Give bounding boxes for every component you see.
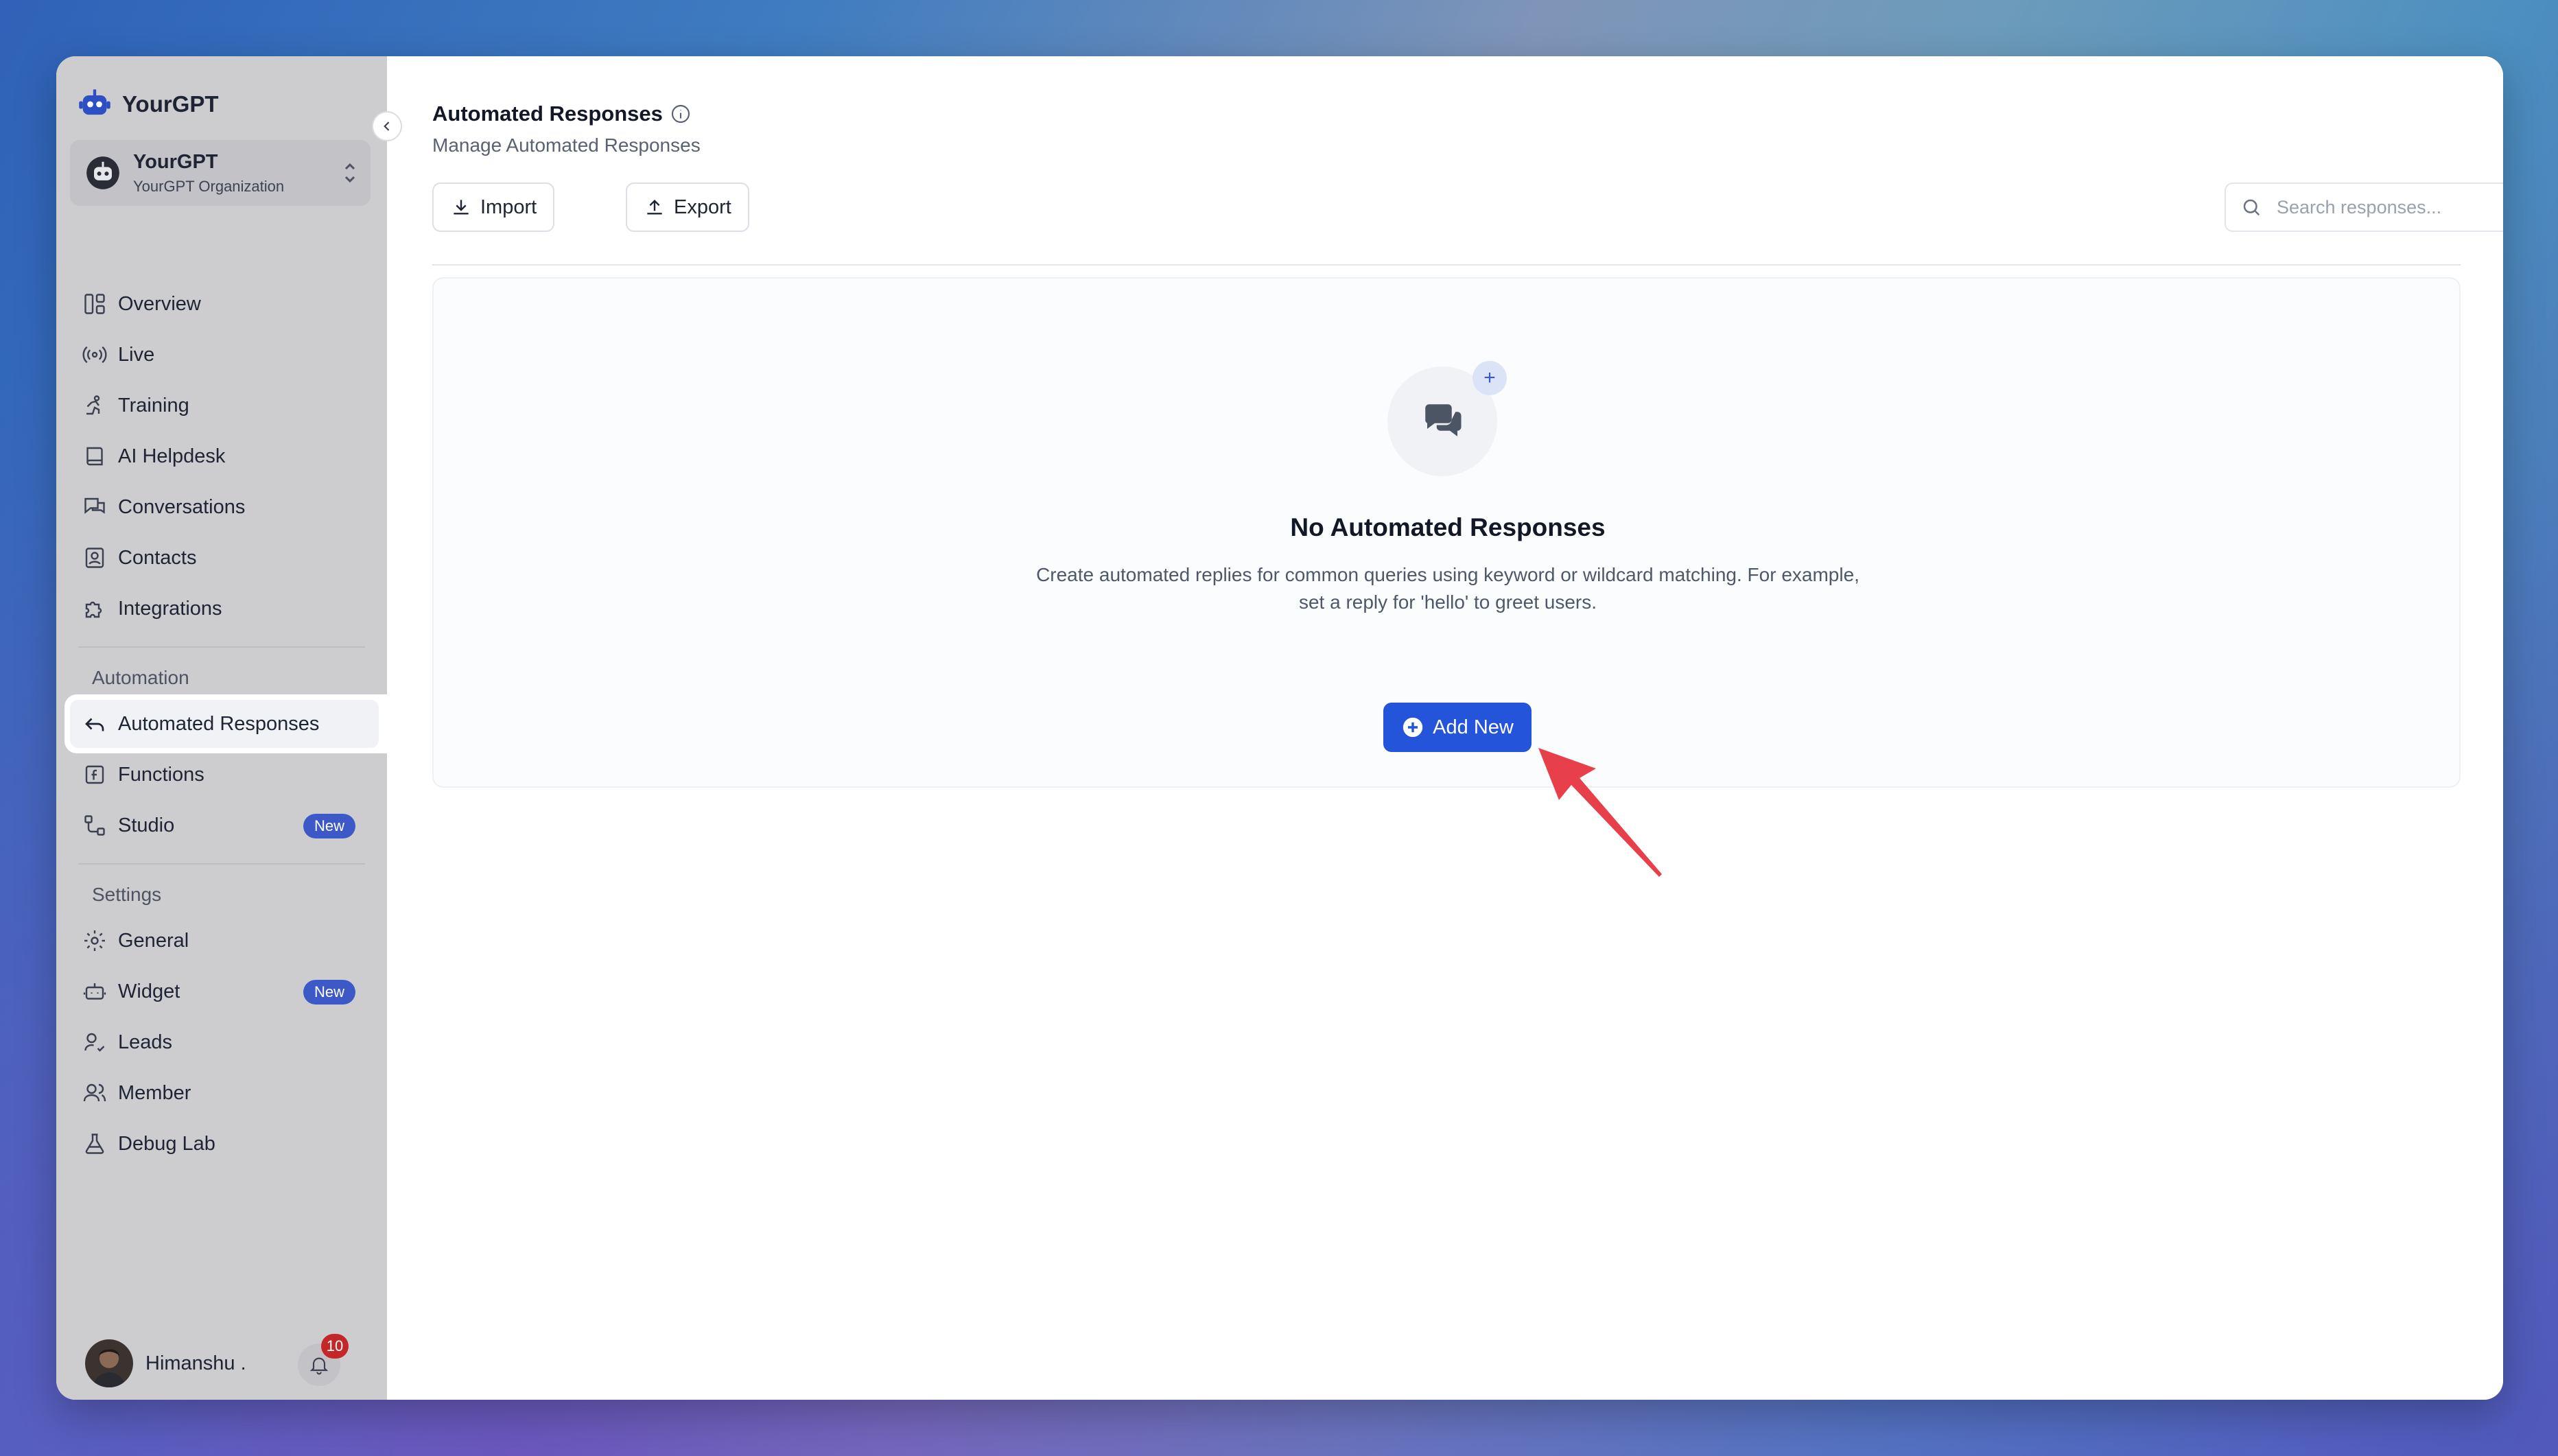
collapse-sidebar-button[interactable] — [372, 111, 402, 141]
sidebar-item-label: AI Helpdesk — [118, 445, 226, 467]
search-icon — [2243, 199, 2260, 216]
sidebar-item-debug-lab[interactable]: Debug Lab — [70, 1121, 371, 1166]
sidebar-item-label: Contacts — [118, 546, 197, 569]
header-divider — [432, 264, 2461, 266]
broadcast-icon — [82, 346, 107, 364]
user-name: Himanshu . — [145, 1352, 246, 1374]
sidebar: YourGPT YourGPT YourGPT Organization Ove… — [56, 56, 387, 1400]
sidebar-item-label: General — [118, 929, 189, 952]
sidebar-item-contacts[interactable]: Contacts — [70, 535, 371, 580]
brand-name: YourGPT — [122, 91, 219, 117]
sidebar-item-studio[interactable]: Studio New — [70, 803, 371, 848]
import-button[interactable]: Import — [432, 183, 555, 232]
sidebar-item-label: Studio — [118, 814, 175, 836]
puzzle-icon — [85, 601, 102, 618]
user-check-icon — [84, 1033, 105, 1052]
sidebar-item-training[interactable]: Training — [70, 383, 371, 428]
plus-circle-icon — [1403, 717, 1423, 738]
sidebar-divider — [78, 863, 365, 865]
notification-count-badge: 10 — [321, 1334, 349, 1359]
sidebar-item-widget[interactable]: Widget New — [70, 969, 371, 1014]
avatar — [85, 1339, 133, 1387]
workflow-icon — [84, 815, 105, 836]
contact-card-icon — [85, 548, 104, 568]
app-window: YourGPT YourGPT YourGPT Organization Ove… — [56, 56, 2503, 1400]
empty-state-description: Create automated replies for common quer… — [1036, 564, 1859, 613]
plus-icon: + — [1472, 361, 1507, 395]
sidebar-item-label: Integrations — [118, 597, 222, 620]
org-subtitle: YourGPT Organization — [133, 177, 285, 195]
new-badge: New — [303, 980, 355, 1005]
sidebar-item-conversations[interactable]: Conversations — [70, 484, 371, 530]
download-icon — [454, 200, 469, 215]
org-robot-icon — [86, 156, 119, 189]
search-input[interactable] — [2277, 196, 2496, 218]
chevron-up-down-icon — [344, 163, 355, 183]
upload-icon — [647, 199, 662, 215]
add-new-label: Add New — [1433, 716, 1514, 738]
sidebar-item-general[interactable]: General — [70, 918, 371, 963]
sidebar-item-label: Widget — [118, 980, 180, 1002]
search-box[interactable] — [2225, 183, 2503, 232]
sidebar-item-leads[interactable]: Leads — [70, 1020, 371, 1065]
empty-state-title: No Automated Responses — [1290, 513, 1606, 541]
sidebar-item-overview[interactable]: Overview — [70, 281, 371, 327]
import-label: Import — [480, 196, 537, 218]
bot-icon — [83, 983, 106, 1000]
chevron-left-icon — [384, 121, 390, 131]
sidebar-item-automated-responses[interactable]: Automated Responses — [64, 694, 387, 753]
chat-bubbles-icon — [1425, 404, 1462, 436]
export-button[interactable]: Export — [626, 183, 749, 232]
org-switcher[interactable]: YourGPT YourGPT Organization — [70, 140, 371, 206]
sidebar-item-label: Training — [118, 394, 189, 416]
page-title: Automated Responses — [432, 102, 663, 126]
sidebar-item-member[interactable]: Member — [70, 1070, 371, 1116]
gear-icon — [84, 930, 105, 951]
function-icon — [85, 765, 104, 784]
sidebar-item-functions[interactable]: Functions — [70, 752, 371, 797]
brand: YourGPT — [77, 82, 219, 126]
sidebar-item-label: Automated Responses — [118, 712, 320, 735]
sidebar-item-label: Live — [118, 343, 155, 366]
sidebar-item-label: Member — [118, 1081, 191, 1104]
sidebar-divider — [78, 646, 365, 648]
chat-icon — [84, 497, 105, 514]
user-profile[interactable]: Himanshu . — [85, 1339, 246, 1387]
annotation-arrow — [1538, 748, 1662, 877]
sidebar-item-integrations[interactable]: Integrations — [70, 586, 371, 631]
new-badge: New — [303, 814, 355, 838]
sidebar-item-label: Functions — [118, 763, 204, 786]
add-new-button[interactable]: Add New — [1383, 703, 1532, 752]
sidebar-item-label: Overview — [118, 292, 201, 315]
layout-icon — [84, 294, 105, 314]
bell-icon — [309, 1357, 329, 1375]
sidebar-item-live[interactable]: Live — [70, 332, 371, 377]
org-name: YourGPT — [133, 150, 218, 173]
sidebar-item-label: Conversations — [118, 495, 246, 518]
info-icon[interactable] — [670, 103, 692, 125]
section-label-settings: Settings — [92, 884, 162, 905]
sidebar-item-label: Debug Lab — [118, 1132, 215, 1155]
reply-icon — [85, 718, 104, 731]
export-label: Export — [674, 196, 731, 218]
sidebar-item-label: Leads — [118, 1031, 173, 1053]
robot-logo-icon — [79, 89, 110, 115]
section-label-automation: Automation — [92, 667, 189, 688]
training-icon — [86, 395, 100, 415]
book-icon — [86, 447, 103, 466]
sidebar-item-ai-helpdesk[interactable]: AI Helpdesk — [70, 434, 371, 479]
flask-icon — [85, 1134, 104, 1154]
users-icon — [83, 1083, 106, 1102]
page-subtitle: Manage Automated Responses — [432, 134, 701, 156]
